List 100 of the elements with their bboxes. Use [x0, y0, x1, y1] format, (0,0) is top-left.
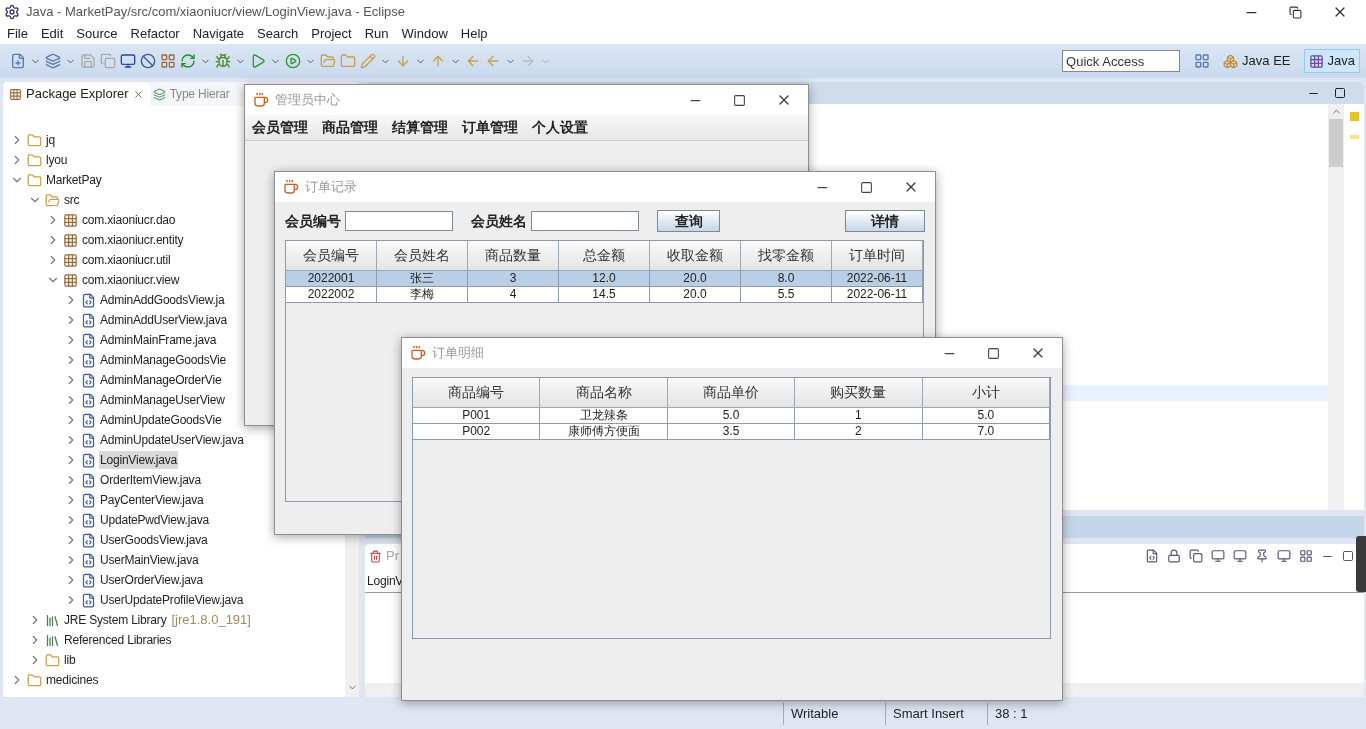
tree-item[interactable]: AdminUpdateGoodsVie [99, 411, 223, 429]
column-header[interactable]: 小计 [922, 378, 1050, 408]
coffee-cup-icon [410, 345, 426, 361]
pin-icon[interactable] [1255, 549, 1269, 563]
menu-item[interactable]: 个人设置 [532, 117, 588, 138]
maximize-icon[interactable] [1334, 87, 1346, 99]
status-field: Smart Insert [885, 703, 987, 725]
menu-item[interactable]: Help [460, 24, 488, 44]
column-header[interactable]: 商品数量 [468, 241, 559, 271]
menu-item[interactable]: 会员管理 [252, 117, 308, 138]
menu-item[interactable]: Refactor [130, 24, 180, 44]
menu-item[interactable]: Source [76, 24, 118, 44]
tree-item[interactable]: medicines [45, 671, 100, 689]
input-field[interactable] [531, 211, 639, 231]
tree-item[interactable]: AdminAddUserView.java [99, 311, 228, 329]
tree-item[interactable]: Referenced Libraries [63, 631, 173, 649]
tree-item[interactable]: UpdatePwdView.java [99, 511, 210, 529]
tree-item[interactable]: LoginView.java [99, 451, 179, 469]
tree-item[interactable]: src [63, 191, 81, 209]
menu-item[interactable]: File [7, 24, 28, 44]
tree-item[interactable]: lib [63, 651, 77, 669]
lock-icon[interactable] [1167, 549, 1181, 563]
tree-item[interactable]: JRE System Library [63, 611, 168, 629]
column-header[interactable]: 购买数量 [795, 378, 923, 408]
column-header[interactable]: 收取金额 [650, 241, 741, 271]
tree-item[interactable]: AdminManageOrderVie [99, 371, 223, 389]
debug-icon[interactable] [215, 53, 231, 69]
table-cell: 3.5 [667, 424, 796, 439]
column-header[interactable]: 商品名称 [540, 378, 668, 408]
file-icon[interactable] [1145, 549, 1159, 563]
tree-item[interactable]: PayCenterView.java [99, 491, 205, 509]
tree-item[interactable]: UserOrderView.java [99, 571, 204, 589]
tree-item[interactable]: com.xiaoniucr.entity [81, 231, 185, 249]
tree-item[interactable]: UserGoodsView.java [99, 531, 209, 549]
coffee-cup-icon [283, 179, 299, 195]
tree-item[interactable]: com.xiaoniucr.view [81, 271, 181, 289]
menu-item[interactable]: Project [311, 24, 352, 44]
quick-access-field[interactable]: Quick Access [1062, 50, 1181, 72]
view-tab[interactable]: Package Explorer [3, 82, 150, 106]
monitor-icon[interactable] [1211, 549, 1225, 563]
table-row[interactable]: 2022001 张三 3 12.0 20.0 8.0 2022-06-11 [286, 271, 923, 287]
tree-item[interactable]: com.xiaoniucr.util [81, 251, 172, 269]
copy-icon[interactable] [1189, 549, 1203, 563]
new-file-icon[interactable] [10, 53, 26, 69]
maximize-icon[interactable] [733, 93, 746, 107]
table-cell: 4 [468, 287, 559, 302]
table-cell: P001 [413, 408, 541, 423]
column-header[interactable]: 会员姓名 [377, 241, 468, 271]
column-header[interactable]: 订单时间 [832, 241, 923, 271]
column-header[interactable]: 商品编号 [413, 378, 541, 408]
grid-icon [63, 272, 78, 288]
file-icon [81, 512, 96, 528]
menu-item[interactable]: Edit [40, 24, 64, 44]
column-header[interactable]: 会员编号 [286, 241, 377, 271]
tree-item[interactable]: AdminAddGoodsView.ja [99, 291, 226, 309]
tree-item[interactable]: MarketPay [45, 171, 103, 189]
scroll-thumb[interactable] [1329, 119, 1343, 167]
tree-item[interactable]: lyou [45, 151, 69, 169]
action-button[interactable]: 查询 [657, 210, 720, 232]
tree-item[interactable]: UserUpdateProfileView.java [99, 591, 245, 609]
warning-marker[interactable] [1349, 112, 1359, 121]
menu-item[interactable]: 订单管理 [462, 117, 518, 138]
monitor-icon[interactable] [120, 53, 136, 69]
menu-item[interactable]: 结算管理 [392, 117, 448, 138]
perspective-button[interactable]: Java EE [1218, 49, 1296, 73]
warning-marker[interactable] [1349, 135, 1359, 139]
tree-item[interactable]: jq [45, 131, 56, 149]
tree-item[interactable]: AdminManageUserView [99, 391, 226, 409]
tree-item[interactable]: AdminMainFrame.java [99, 331, 218, 349]
tree-item[interactable]: OrderItemView.java [99, 471, 202, 489]
menu-item[interactable]: Navigate [192, 24, 244, 44]
tree-item[interactable]: AdminManageGoodsVie [99, 351, 228, 369]
tree-item[interactable]: UserMainView.java [99, 551, 200, 569]
maximize-icon[interactable] [987, 346, 1000, 360]
menu-item[interactable]: Window [401, 24, 448, 44]
column-header[interactable]: 找零金额 [741, 241, 832, 271]
maximize-icon[interactable] [1342, 550, 1354, 562]
table-row[interactable]: P001 卫龙辣条 5.0 1 5.0 [413, 408, 1050, 424]
monitor-icon[interactable] [1277, 549, 1291, 563]
action-button[interactable]: 详情 [845, 210, 925, 232]
monitor-icon[interactable] [1233, 549, 1247, 563]
table-cell: 7.0 [922, 424, 1050, 439]
refresh-icon[interactable] [180, 53, 196, 69]
scrollbar[interactable] [1328, 104, 1344, 510]
file-icon [81, 452, 96, 468]
table-row[interactable]: P002 康师傅方便面 3.5 2 7.0 [413, 424, 1050, 440]
column-header[interactable]: 商品单价 [667, 378, 796, 408]
restore-icon[interactable] [1289, 5, 1302, 19]
input-field[interactable] [345, 211, 453, 231]
tree-item[interactable]: com.xiaoniucr.dao [81, 211, 177, 229]
file-icon [81, 472, 96, 488]
menu-item[interactable]: Run [364, 24, 389, 44]
column-header[interactable]: 总金额 [559, 241, 650, 271]
menu-item[interactable]: 商品管理 [322, 117, 378, 138]
menu-item[interactable]: Search [257, 24, 299, 44]
table-row[interactable]: 2022002 李梅 4 14.5 20.0 5.5 2022-06-11 [286, 287, 923, 303]
tree-item[interactable]: AdminUpdateUserView.java [99, 431, 245, 449]
perspective-button[interactable]: Java [1303, 49, 1360, 73]
maximize-icon[interactable] [860, 180, 873, 194]
run-icon[interactable] [250, 53, 266, 69]
